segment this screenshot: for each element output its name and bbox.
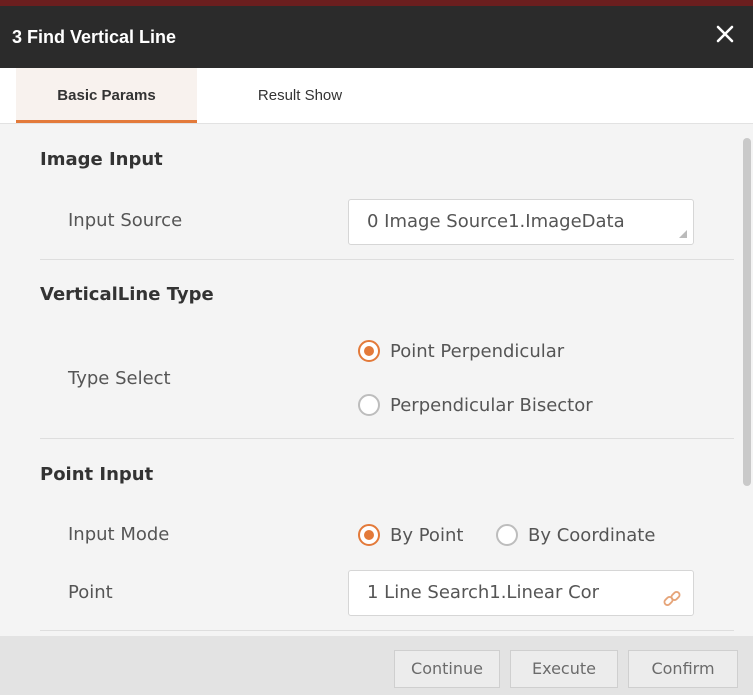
point-field[interactable]: 1 Line Search1.Linear Cor xyxy=(348,570,694,616)
find-vertical-line-dialog: 3 Find Vertical Line Basic Params Result… xyxy=(0,0,753,695)
section-title-point-input: Point Input xyxy=(40,464,154,485)
input-mode-label: Input Mode xyxy=(68,524,170,545)
continue-button[interactable]: Continue xyxy=(394,650,500,688)
input-source-field[interactable]: 0 Image Source1.ImageData xyxy=(348,199,694,245)
point-label: Point xyxy=(68,582,113,603)
radio-selected-icon xyxy=(358,340,380,362)
close-icon[interactable] xyxy=(711,20,739,48)
section-title-verticalline-type: VerticalLine Type xyxy=(40,284,214,305)
input-source-label: Input Source xyxy=(68,210,183,231)
scrollbar-thumb[interactable] xyxy=(743,138,751,486)
radio-perpendicular-bisector[interactable]: Perpendicular Bisector xyxy=(358,394,593,416)
tab-basic-params[interactable]: Basic Params xyxy=(16,68,197,123)
point-value: 1 Line Search1.Linear Cor xyxy=(367,582,600,603)
params-panel: Image Input Input Source 0 Image Source1… xyxy=(0,124,735,636)
tab-result-show[interactable]: Result Show xyxy=(210,68,390,123)
title-bar[interactable]: 3 Find Vertical Line xyxy=(0,6,753,68)
radio-point-perpendicular[interactable]: Point Perpendicular xyxy=(358,340,564,362)
radio-selected-icon xyxy=(358,524,380,546)
type-select-label: Type Select xyxy=(68,368,171,389)
link-icon[interactable] xyxy=(661,583,683,606)
divider xyxy=(40,438,734,439)
resize-grip-icon xyxy=(679,230,687,238)
radio-unselected-icon xyxy=(496,524,518,546)
radio-unselected-icon xyxy=(358,394,380,416)
divider xyxy=(40,630,734,631)
radio-by-point-label: By Point xyxy=(390,524,464,546)
radio-perpendicular-bisector-label: Perpendicular Bisector xyxy=(390,394,593,416)
radio-by-coordinate[interactable]: By Coordinate xyxy=(496,524,655,546)
dialog-footer: Continue Execute Confirm xyxy=(0,636,753,695)
dialog-title: 3 Find Vertical Line xyxy=(12,27,177,47)
input-source-value: 0 Image Source1.ImageData xyxy=(367,211,625,232)
section-title-image-input: Image Input xyxy=(40,149,163,170)
tab-bar: Basic Params Result Show xyxy=(0,68,753,124)
radio-point-perpendicular-label: Point Perpendicular xyxy=(390,340,565,362)
radio-by-coordinate-label: By Coordinate xyxy=(528,524,656,546)
execute-button[interactable]: Execute xyxy=(510,650,618,688)
divider xyxy=(40,259,734,260)
radio-by-point[interactable]: By Point xyxy=(358,524,463,546)
confirm-button[interactable]: Confirm xyxy=(628,650,738,688)
